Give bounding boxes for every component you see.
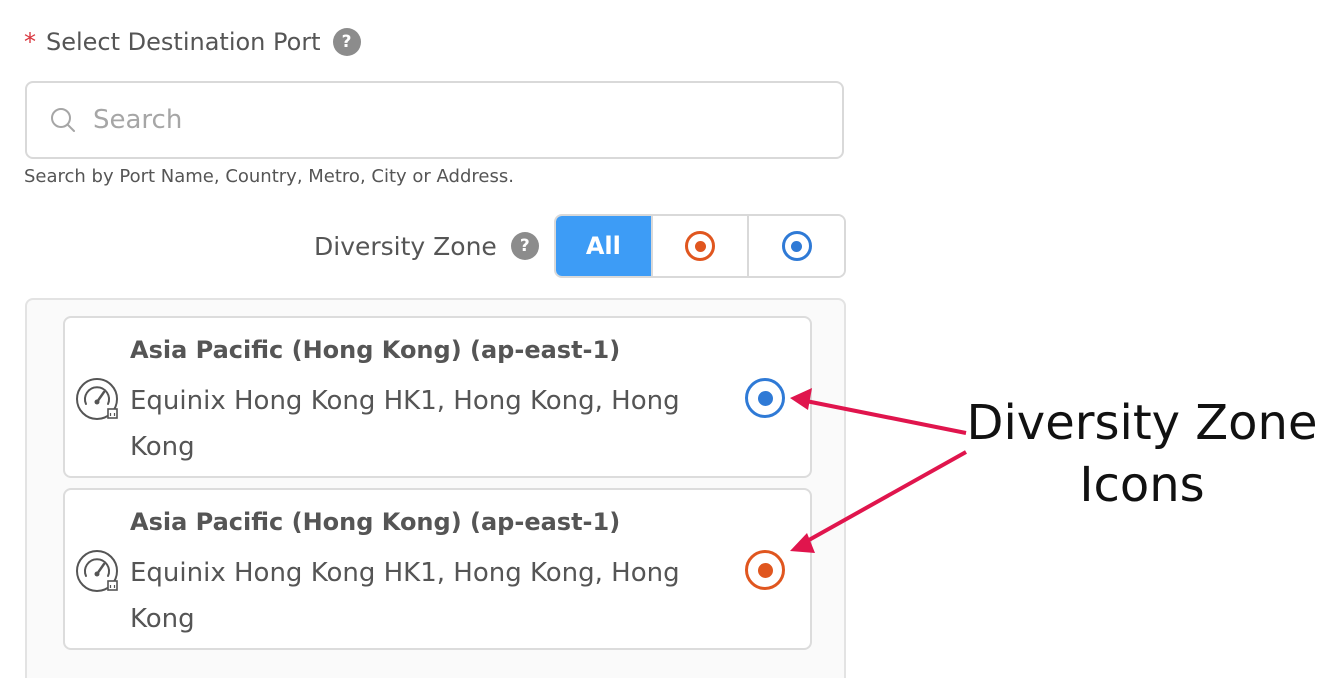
help-icon[interactable]: ? (510, 232, 539, 260)
diversity-zone-label: Diversity Zone ? (314, 228, 539, 264)
search-icon (49, 106, 77, 134)
port-title: Asia Pacific (Hong Kong) (ap-east-1) (130, 336, 621, 364)
diversity-zone-label-text: Diversity Zone (314, 231, 497, 261)
port-card[interactable]: Asia Pacific (Hong Kong) (ap-east-1) Equ… (63, 488, 812, 650)
port-address: Equinix Hong Kong HK1, Hong Kong, Hong K… (130, 386, 680, 462)
diversity-zone-filter: All (554, 214, 846, 278)
annotation-line-2: Icons (1079, 457, 1205, 513)
annotation-line-1: Diversity Zone (966, 395, 1318, 451)
field-label-text: Select Destination Port (46, 28, 321, 56)
filter-blue-zone-button[interactable] (747, 216, 844, 276)
search-input[interactable] (91, 104, 795, 136)
port-card[interactable]: Asia Pacific (Hong Kong) (ap-east-1) Equ… (63, 316, 812, 478)
annotation-label: Diversity Zone Icons (966, 392, 1318, 516)
filter-all-button[interactable]: All (556, 216, 651, 276)
required-asterisk: * (24, 28, 36, 56)
search-box[interactable] (25, 81, 844, 159)
red-zone-icon (685, 231, 715, 261)
blue-zone-icon (781, 231, 812, 261)
destination-port-label: * Select Destination Port ? (24, 24, 361, 60)
red-zone-icon (745, 550, 785, 590)
search-hint: Search by Port Name, Country, Metro, Cit… (24, 166, 514, 187)
help-icon[interactable]: ? (332, 28, 361, 56)
filter-red-zone-button[interactable] (650, 216, 748, 276)
port-results-list: Asia Pacific (Hong Kong) (ap-east-1) Equ… (25, 298, 846, 678)
filter-all-label: All (585, 232, 621, 260)
blue-zone-icon (745, 378, 785, 418)
port-speed-icon (75, 548, 121, 594)
port-address: Equinix Hong Kong HK1, Hong Kong, Hong K… (130, 558, 680, 634)
port-speed-icon (75, 376, 121, 422)
port-title: Asia Pacific (Hong Kong) (ap-east-1) (130, 508, 621, 536)
